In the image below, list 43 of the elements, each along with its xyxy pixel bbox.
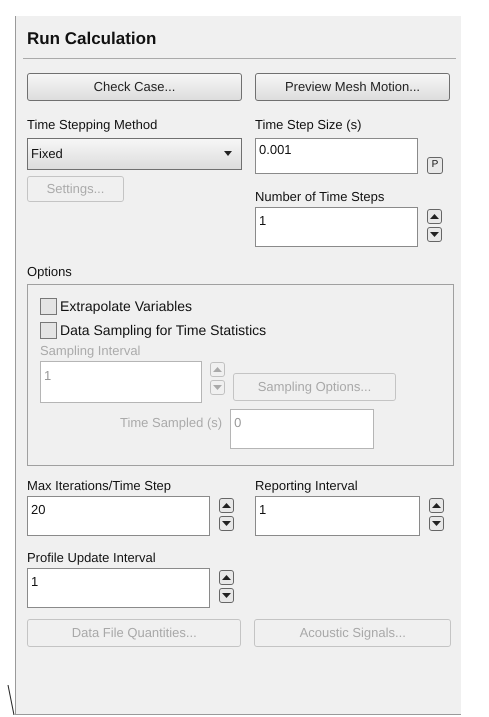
spin-up-button[interactable]	[219, 498, 234, 512]
field-label: Sampling Interval	[40, 342, 142, 358]
field-label: Time Step Size (s)	[255, 116, 362, 132]
field-label: Number of Time Steps	[255, 188, 386, 204]
down-triangle-icon	[222, 520, 231, 526]
spin-up-button[interactable]	[429, 498, 444, 512]
input-field[interactable]: 20	[27, 496, 210, 536]
spin-up-button[interactable]	[219, 570, 234, 584]
spin-down-button[interactable]	[429, 516, 444, 530]
input-field[interactable]: 0.001	[255, 138, 418, 174]
dropdown-arrow-icon	[224, 151, 232, 156]
field-label: Max Iterations/Time Step	[27, 478, 172, 494]
dropdown[interactable]: Fixed	[27, 138, 242, 170]
up-triangle-icon	[430, 214, 439, 218]
field-label: Time Stepping Method	[27, 116, 158, 132]
down-triangle-icon	[213, 384, 222, 390]
up-triangle-icon	[222, 574, 231, 580]
stray-line	[7, 685, 15, 715]
checkbox[interactable]	[40, 298, 57, 315]
field-label: Time Sampled (s)	[120, 414, 222, 430]
field-label: Profile Update Interval	[27, 550, 157, 566]
field-label: Reporting Interval	[255, 478, 359, 494]
spin-down-button[interactable]	[427, 226, 442, 242]
field-label: Options	[27, 264, 73, 280]
up-triangle-icon	[213, 366, 222, 372]
spin-up-button[interactable]	[427, 208, 442, 224]
down-triangle-icon	[222, 592, 231, 598]
down-triangle-icon	[432, 520, 441, 526]
checkbox-label: Extrapolate Variables	[60, 297, 192, 316]
action-button[interactable]: Check Case...	[27, 72, 242, 100]
spin-down-button[interactable]	[219, 588, 234, 602]
spin-down-button[interactable]	[219, 516, 234, 530]
checkbox-label: Data Sampling for Time Statistics	[60, 321, 266, 340]
input-field[interactable]: 1	[255, 206, 418, 246]
up-triangle-icon	[432, 502, 441, 508]
up-triangle-icon	[222, 502, 231, 508]
parameter-button[interactable]: P	[427, 156, 443, 174]
panel-title: Run Calculation	[23, 16, 456, 58]
action-button[interactable]: Preview Mesh Motion...	[255, 72, 450, 100]
checkbox[interactable]	[40, 322, 57, 339]
input-field[interactable]: 1	[27, 568, 210, 608]
down-triangle-icon	[430, 232, 439, 236]
input-field[interactable]: 1	[255, 496, 420, 536]
